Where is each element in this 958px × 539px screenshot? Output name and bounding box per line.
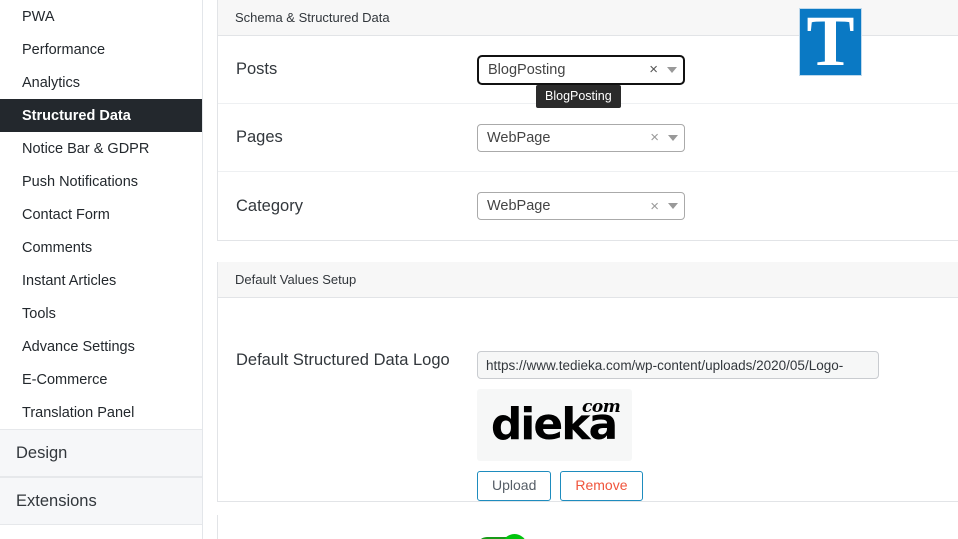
sidebar-item-structured-data[interactable]: Structured Data bbox=[0, 99, 202, 132]
upload-button[interactable]: Upload bbox=[477, 471, 552, 501]
logo-button-row: Upload Remove bbox=[477, 471, 958, 501]
label-posts: Posts bbox=[236, 60, 278, 78]
label-category: Category bbox=[236, 196, 303, 215]
sidebar-item-comments[interactable]: Comments bbox=[0, 231, 202, 264]
sidebar-item-label: Notice Bar & GDPR bbox=[22, 140, 150, 157]
sidebar-item-label: Advance Settings bbox=[22, 338, 135, 355]
chevron-down-icon[interactable] bbox=[668, 134, 678, 141]
field-pages: WebPage × bbox=[477, 123, 958, 152]
clear-icon[interactable]: × bbox=[650, 130, 659, 145]
sidebar-item-performance[interactable]: Performance bbox=[0, 33, 202, 66]
clear-icon[interactable]: × bbox=[650, 199, 659, 214]
logo-url-input[interactable] bbox=[477, 351, 879, 379]
logo-preview: dieka com bbox=[477, 389, 632, 461]
defaults-panel-header: Default Values Setup bbox=[218, 262, 958, 298]
sidebar: PWA Performance Analytics Structured Data No… bbox=[0, 0, 203, 539]
field-posts: BlogPosting × BlogPosting bbox=[477, 54, 958, 108]
sidebar-item-label: Structured Data bbox=[22, 107, 131, 124]
logo-preview-text: dieka com bbox=[491, 399, 621, 447]
sidebar-item-label: Performance bbox=[22, 41, 106, 58]
row-pages: Pages WebPage × bbox=[218, 104, 958, 172]
posts-schema-value: BlogPosting bbox=[488, 61, 566, 78]
clear-icon[interactable]: × bbox=[649, 62, 658, 77]
toggle-knob bbox=[502, 533, 527, 539]
settings-page: PWA Performance Analytics Structured Data No… bbox=[0, 0, 958, 539]
sidebar-item-instant-articles[interactable]: Instant Articles bbox=[0, 264, 202, 297]
sidebar-item-contact-form[interactable]: Contact Form bbox=[0, 198, 202, 231]
pages-schema-value: WebPage bbox=[487, 129, 551, 146]
remove-button[interactable]: Remove bbox=[560, 471, 643, 501]
panel-gap bbox=[217, 241, 958, 262]
sidebar-item-push-notifications[interactable]: Push Notifications bbox=[0, 165, 202, 198]
sidebar-item-advance-settings[interactable]: Advance Settings bbox=[0, 330, 202, 363]
label-pages: Pages bbox=[236, 128, 283, 146]
sidebar-item-label: Contact Form bbox=[22, 206, 110, 223]
default-values-setup-panel: Default Values Setup Default Structured … bbox=[217, 262, 958, 502]
sidebar-item-label: Comments bbox=[22, 239, 93, 256]
sidebar-bottom-spacer bbox=[0, 525, 202, 530]
category-schema-value: WebPage bbox=[487, 198, 551, 214]
sidebar-item-label: Instant Articles bbox=[22, 272, 117, 289]
posts-schema-select[interactable]: BlogPosting × bbox=[477, 54, 685, 85]
label-default-structured-data-logo: Default Structured Data Logo bbox=[236, 351, 450, 369]
field-default-logo: dieka com Upload Remove bbox=[477, 351, 958, 501]
chevron-down-icon[interactable] bbox=[668, 203, 678, 209]
sidebar-item-label: Translation Panel bbox=[22, 404, 135, 421]
sidebar-item-tools[interactable]: Tools bbox=[0, 297, 202, 330]
defaults-panel-title: Default Values Setup bbox=[235, 272, 357, 287]
sidebar-item-label: Analytics bbox=[22, 74, 81, 91]
t-logo-badge: T bbox=[799, 1, 862, 81]
sidebar-item-e-commerce[interactable]: E-Commerce bbox=[0, 363, 202, 396]
sidebar-item-analytics[interactable]: Analytics bbox=[0, 66, 202, 99]
sidebar-item-notice-bar-gdpr[interactable]: Notice Bar & GDPR bbox=[0, 132, 202, 165]
sidebar-item-translation-panel[interactable]: Translation Panel bbox=[0, 396, 202, 429]
sidebar-item-label: E-Commerce bbox=[22, 371, 108, 388]
pages-schema-select[interactable]: WebPage × bbox=[477, 123, 685, 152]
category-schema-select[interactable]: WebPage × bbox=[477, 192, 685, 220]
sidebar-item-label: Push Notifications bbox=[22, 173, 139, 190]
custom-logo-size-panel: Custom Logo Size bbox=[217, 514, 958, 539]
sidebar-item-label: PWA bbox=[22, 8, 55, 25]
t-logo-letter: T bbox=[806, 1, 855, 81]
row-category: Category WebPage × bbox=[218, 172, 958, 240]
sidebar-section-label: Design bbox=[16, 443, 68, 462]
sidebar-section-extensions[interactable]: Extensions bbox=[0, 477, 202, 525]
chevron-down-icon[interactable] bbox=[667, 66, 677, 73]
sidebar-section-design[interactable]: Design bbox=[0, 429, 202, 477]
panel-gap-2 bbox=[217, 502, 958, 515]
sidebar-item-pwa[interactable]: PWA bbox=[0, 0, 202, 33]
field-category: WebPage × bbox=[477, 192, 958, 220]
sidebar-item-label: Tools bbox=[22, 305, 56, 322]
sidebar-section-label: Extensions bbox=[16, 491, 97, 510]
posts-schema-tooltip: BlogPosting bbox=[536, 84, 621, 108]
row-default-logo: Default Structured Data Logo dieka com U… bbox=[218, 298, 958, 501]
row-custom-logo-size: Custom Logo Size bbox=[218, 515, 958, 539]
schema-panel-title: Schema & Structured Data bbox=[235, 10, 390, 25]
logo-preview-superscript: com bbox=[582, 397, 621, 417]
